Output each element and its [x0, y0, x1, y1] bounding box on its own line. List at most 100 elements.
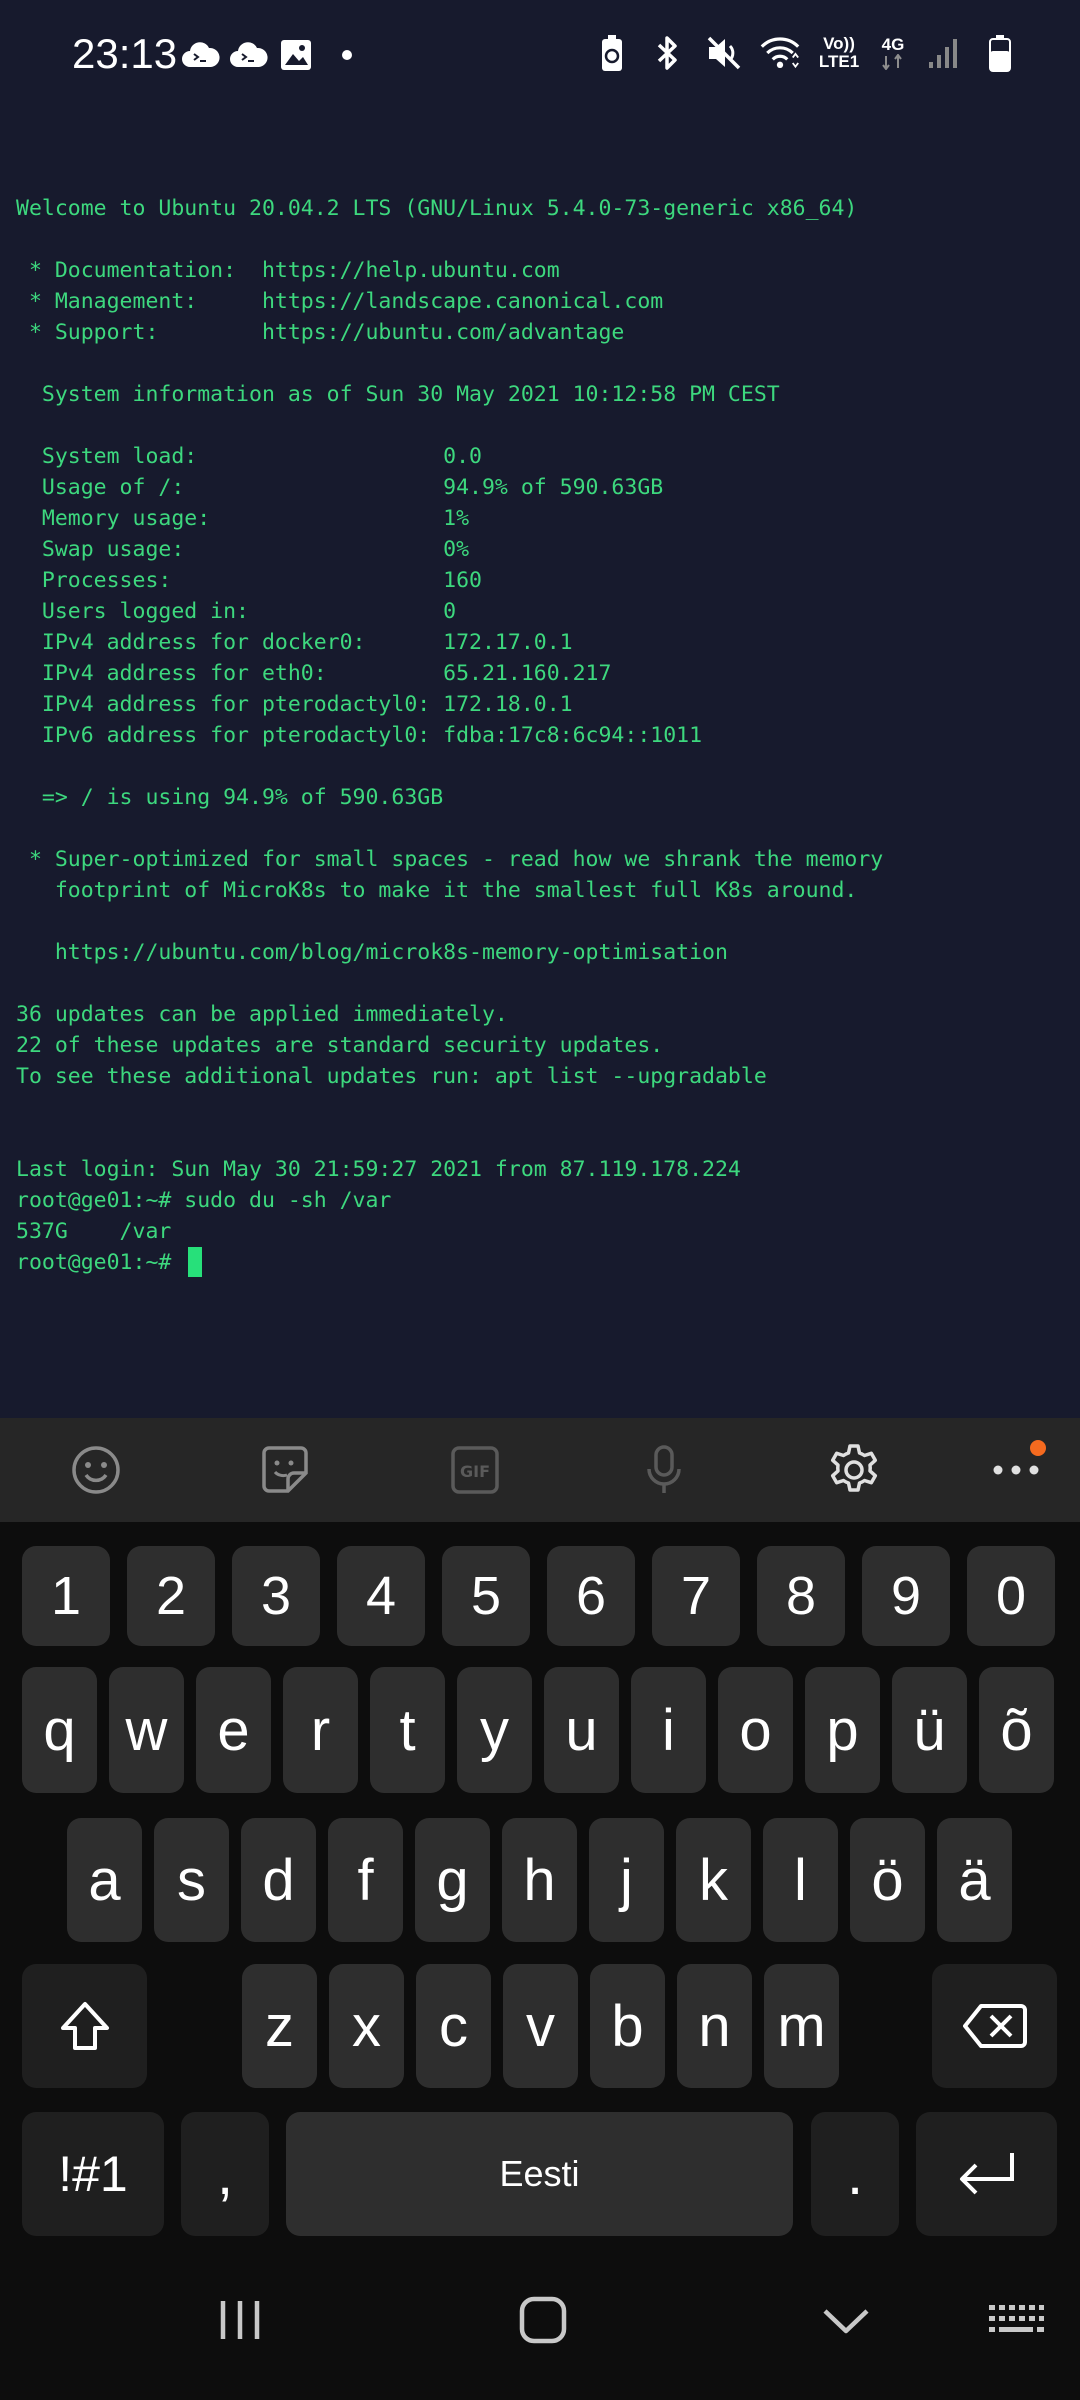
key-label: ä	[958, 1847, 991, 1913]
key[interactable]: 7	[652, 1546, 740, 1646]
key[interactable]: z	[242, 1964, 317, 2088]
key[interactable]: d	[241, 1818, 316, 1942]
key[interactable]: b	[590, 1964, 665, 2088]
key[interactable]: q	[22, 1667, 97, 1793]
key[interactable]: 9	[862, 1546, 950, 1646]
key[interactable]: s	[154, 1818, 229, 1942]
key-label: d	[262, 1847, 295, 1913]
terminal-line: https://ubuntu.com/blog/microk8s-memory-…	[16, 940, 728, 965]
key[interactable]: m	[764, 1964, 839, 2088]
key-label: g	[436, 1847, 469, 1913]
key[interactable]: e	[196, 1667, 271, 1793]
terminal-line: Processes: 160	[16, 568, 482, 593]
emoji-icon[interactable]	[66, 1440, 126, 1500]
space-key[interactable]: Eesti	[286, 2112, 793, 2236]
wifi-icon	[760, 33, 800, 73]
terminal-line: => / is using 94.9% of 590.63GB	[16, 785, 444, 810]
key[interactable]: r	[283, 1667, 358, 1793]
key[interactable]: v	[503, 1964, 578, 2088]
key[interactable]: f	[328, 1818, 403, 1942]
key[interactable]: p	[805, 1667, 880, 1793]
system-icons: Vo)) LTE1 4G	[592, 28, 1020, 78]
key[interactable]: t	[370, 1667, 445, 1793]
key[interactable]: 3	[232, 1546, 320, 1646]
terminal-line: IPv4 address for eth0: 65.21.160.217	[16, 661, 612, 686]
period-key[interactable]: .	[811, 2112, 899, 2236]
bluetooth-icon	[648, 33, 688, 73]
symbols-key[interactable]: !#1	[22, 2112, 164, 2236]
key[interactable]: j	[589, 1818, 664, 1942]
key[interactable]: 2	[127, 1546, 215, 1646]
battery-saver-icon	[592, 33, 632, 73]
settings-icon[interactable]	[824, 1440, 884, 1500]
key-label: 4	[365, 1566, 397, 1626]
key[interactable]: g	[415, 1818, 490, 1942]
terminal-line: * Documentation: https://help.ubuntu.com	[16, 258, 560, 283]
network-type-label: 4G	[881, 35, 905, 54]
key[interactable]: w	[109, 1667, 184, 1793]
terminal-line: footprint of MicroK8s to make it the sma…	[16, 878, 858, 903]
gif-icon[interactable]: GIF	[445, 1440, 505, 1500]
shift-key[interactable]	[22, 1964, 147, 2088]
terminal-line: IPv6 address for pterodactyl0: fdba:17c8…	[16, 723, 703, 748]
terminal-line: root@ge01:~# sudo du -sh /var	[16, 1188, 392, 1213]
key[interactable]: õ	[979, 1667, 1054, 1793]
key[interactable]: k	[676, 1818, 751, 1942]
sticker-icon[interactable]	[255, 1440, 315, 1500]
key[interactable]: h	[502, 1818, 577, 1942]
key-label: n	[698, 1993, 731, 2059]
key[interactable]: c	[416, 1964, 491, 2088]
key[interactable]: 4	[337, 1546, 425, 1646]
key[interactable]: x	[329, 1964, 404, 2088]
home-icon[interactable]	[503, 2280, 583, 2360]
key[interactable]: a	[67, 1818, 142, 1942]
key[interactable]: l	[763, 1818, 838, 1942]
key[interactable]: ü	[892, 1667, 967, 1793]
navigation-bar	[0, 2240, 1080, 2400]
key[interactable]: o	[718, 1667, 793, 1793]
terminal-output[interactable]: Welcome to Ubuntu 20.04.2 LTS (GNU/Linux…	[16, 100, 1066, 1410]
key[interactable]: 1	[22, 1546, 110, 1646]
key[interactable]: 5	[442, 1546, 530, 1646]
key-label: t	[399, 1697, 416, 1763]
key-label: õ	[1000, 1697, 1033, 1763]
terminal-line: 537G /var	[16, 1219, 172, 1244]
terminal-prompt-line: root@ge01:~#	[16, 1247, 1066, 1278]
comma-key[interactable]: ,	[181, 2112, 269, 2236]
key[interactable]: y	[457, 1667, 532, 1793]
backspace-key[interactable]	[932, 1964, 1057, 2088]
key-label: m	[777, 1993, 826, 2059]
backspace-icon	[962, 2004, 1027, 2048]
key-label: o	[739, 1697, 772, 1763]
key[interactable]: 8	[757, 1546, 845, 1646]
key-label: ü	[913, 1697, 946, 1763]
4g-icon: 4G	[878, 33, 908, 73]
recent-apps-icon[interactable]	[200, 2280, 280, 2360]
key[interactable]: u	[544, 1667, 619, 1793]
keyboard-switch-icon[interactable]	[976, 2280, 1056, 2360]
key[interactable]: 6	[547, 1546, 635, 1646]
microphone-icon[interactable]	[634, 1440, 694, 1500]
terminal-line: Memory usage: 1%	[16, 506, 470, 531]
hide-keyboard-icon[interactable]	[806, 2280, 886, 2360]
key[interactable]: i	[631, 1667, 706, 1793]
key[interactable]: ä	[937, 1818, 1012, 1942]
key[interactable]: 0	[967, 1546, 1055, 1646]
key[interactable]: n	[677, 1964, 752, 2088]
key-label: ö	[871, 1847, 904, 1913]
terminal-line: To see these additional updates run: apt…	[16, 1064, 767, 1089]
terminal-line: Swap usage: 0%	[16, 537, 470, 562]
terminal-cloud-icon	[228, 35, 268, 75]
key-label: 9	[890, 1566, 922, 1626]
key[interactable]: ö	[850, 1818, 925, 1942]
key-label: 7	[680, 1566, 712, 1626]
key-label: b	[611, 1993, 644, 2059]
enter-key[interactable]	[916, 2112, 1057, 2236]
keyboard: !#1 , Eesti . 1 2 3 4 5 6 7 8 9 0 qwer tyuiopüõ asdf…	[0, 1522, 1080, 2240]
key-label: x	[352, 1993, 381, 2059]
key-label: y	[480, 1697, 509, 1763]
key-label: c	[439, 1993, 468, 2059]
